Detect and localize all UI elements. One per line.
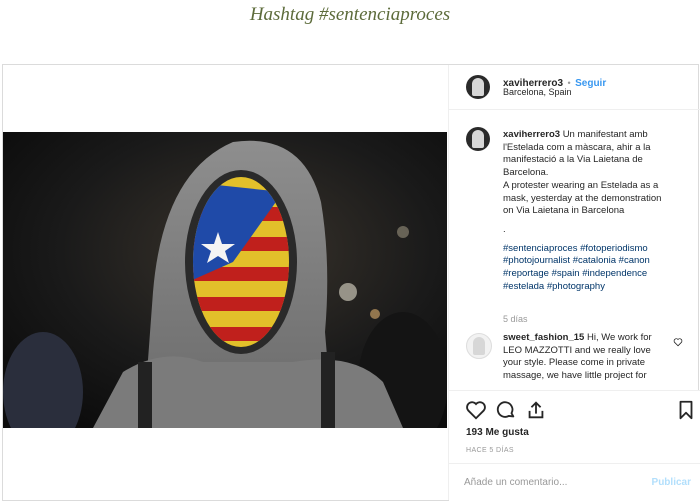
caption-line: manifestació a la Via Laietana de: [503, 154, 643, 166]
hashtag-line[interactable]: #photojournalist #catalonia #canon: [503, 255, 693, 268]
protester-photo: [3, 132, 447, 428]
caption-avatar[interactable]: [466, 127, 490, 151]
heart-icon[interactable]: [465, 399, 487, 421]
add-comment-bar: Añade un comentario... Publicar: [449, 463, 700, 502]
comment-line: your style. Please come in private: [503, 357, 646, 369]
author-avatar[interactable]: [466, 75, 490, 99]
caption-line: Un manifestant amb: [562, 129, 648, 140]
commenter-avatar[interactable]: [466, 333, 492, 359]
post-timestamp[interactable]: HACE 5 DÍAS: [466, 447, 514, 454]
share-icon[interactable]: [525, 399, 547, 421]
comment-input[interactable]: Añade un comentario...: [464, 477, 567, 488]
caption-username[interactable]: xaviherrero3: [503, 129, 560, 140]
post-sidebar: xaviherrero3 • Seguir Barcelona, Spain x…: [448, 65, 700, 501]
hashtag-line[interactable]: #estelada #photography: [503, 281, 693, 294]
commenter-username[interactable]: sweet_fashion_15: [503, 332, 584, 343]
post-caption: xaviherrero3 Un manifestant amb l'Estela…: [503, 129, 693, 293]
post-photo[interactable]: [3, 132, 447, 428]
caption-line: mask, yesterday at the demonstration: [503, 192, 662, 204]
comment-line: Hi, We work for: [586, 332, 652, 343]
comment-line: massage, we have little project for: [503, 370, 647, 382]
instagram-post: xaviherrero3 • Seguir Barcelona, Spain x…: [2, 64, 700, 501]
caption-line: on Via Laietana in Barcelona: [503, 205, 625, 217]
bookmark-icon[interactable]: [675, 399, 697, 421]
likes-count[interactable]: 193 Me gusta: [466, 427, 529, 438]
comment-like-icon[interactable]: [673, 337, 683, 347]
comment-line: LEO MAZZOTTI and we really love: [503, 344, 651, 356]
caption-line: A protester wearing an Estelada as a: [503, 179, 659, 191]
comment: sweet_fashion_15 Hi, We work for LEO MAZ…: [503, 332, 673, 383]
caption-line: Barcelona.: [503, 167, 549, 179]
hashtag-line[interactable]: #reportage #spain #independence: [503, 268, 693, 281]
caption-line: l'Estelada com a màscara, ahir a la: [503, 141, 651, 153]
hashtag-line[interactable]: #sentenciaproces #fotoperiodismo: [503, 243, 693, 256]
follow-button[interactable]: Seguir: [575, 78, 606, 89]
page-title: Hashtag #sentenciaproces: [249, 4, 451, 25]
post-actions: 193 Me gusta HACE 5 DÍAS Añade un coment…: [449, 390, 700, 501]
caption-line: .: [503, 223, 506, 235]
post-location[interactable]: Barcelona, Spain: [503, 87, 572, 97]
caption-time[interactable]: 5 días: [503, 314, 528, 324]
publish-button[interactable]: Publicar: [652, 477, 691, 488]
comment-icon[interactable]: [495, 399, 517, 421]
post-header: xaviherrero3 • Seguir Barcelona, Spain: [449, 65, 700, 110]
